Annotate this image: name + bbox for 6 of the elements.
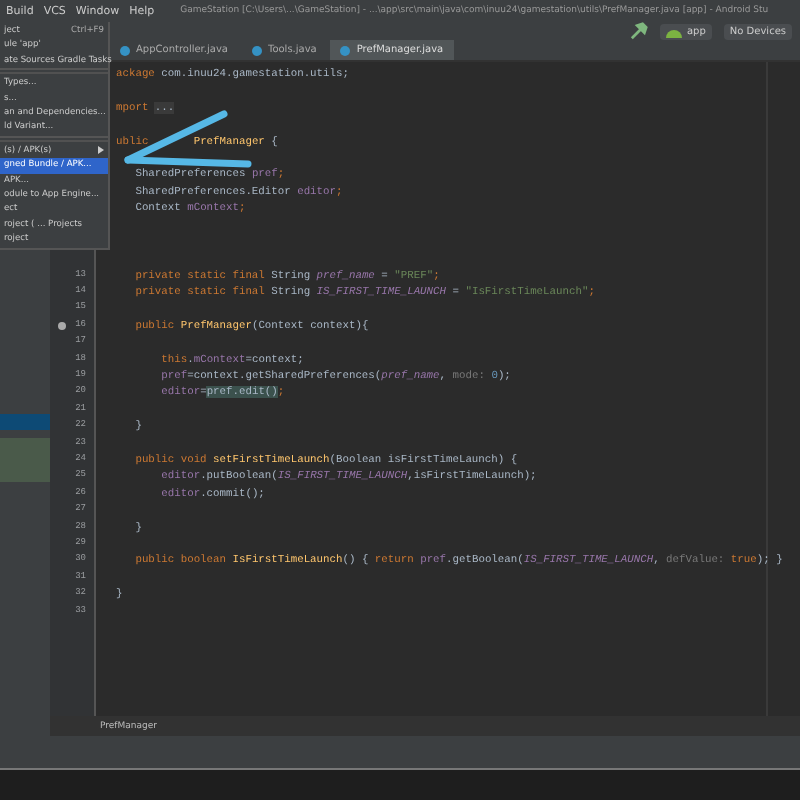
android-icon [666, 25, 683, 37]
hammer-icon[interactable] [630, 22, 649, 40]
override-icon[interactable] [58, 321, 66, 330]
class-file-icon [120, 45, 130, 55]
class-file-icon [340, 45, 351, 55]
class-file-icon [251, 45, 262, 55]
